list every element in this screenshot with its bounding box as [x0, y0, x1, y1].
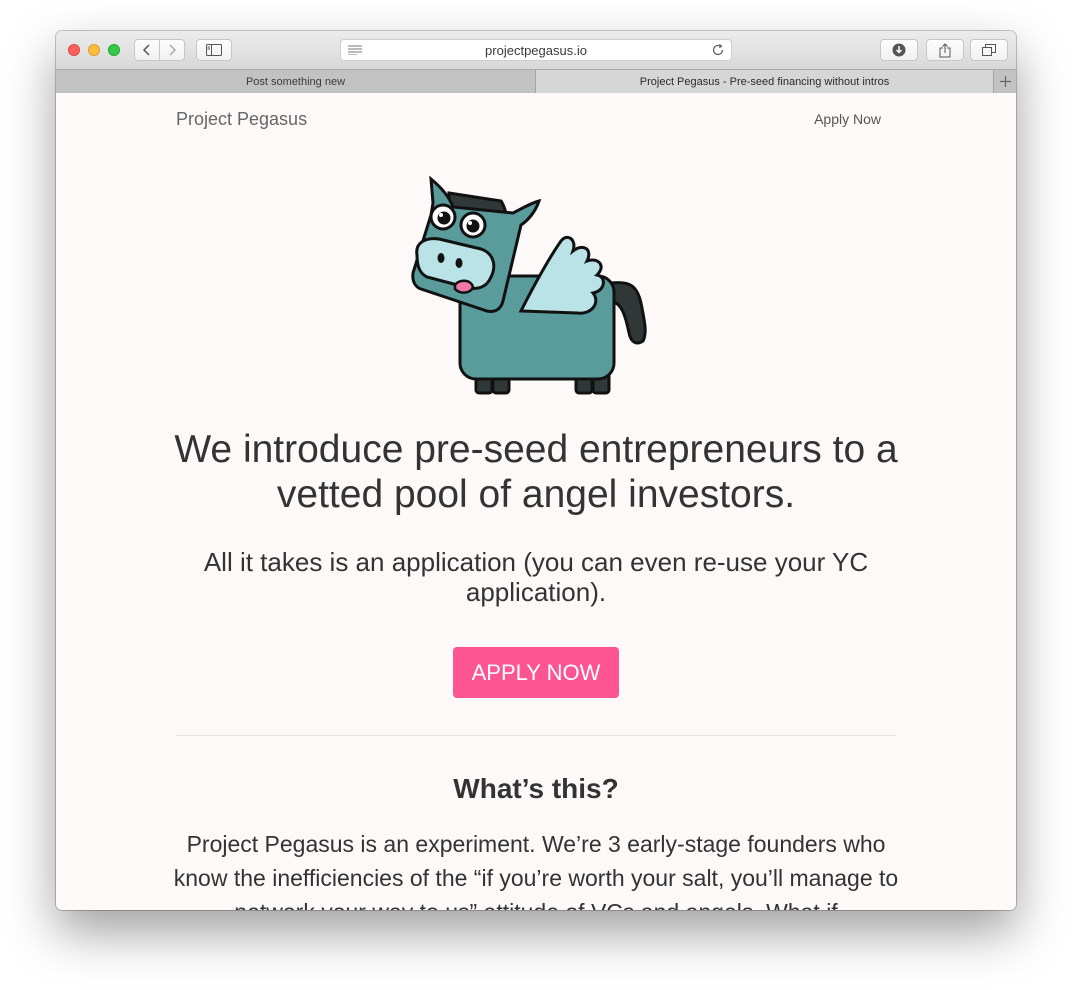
browser-toolbar: projectpegasus.io [56, 31, 1016, 69]
maximize-window-button[interactable] [108, 44, 120, 56]
site-brand-link[interactable]: Project Pegasus [176, 109, 307, 130]
tab-post-something-new[interactable]: Post something new [56, 70, 536, 93]
forward-button[interactable] [159, 39, 185, 61]
share-icon [939, 42, 951, 57]
share-button[interactable] [926, 39, 964, 61]
tab-label: Post something new [245, 75, 346, 88]
section-divider [176, 735, 896, 736]
minimize-window-button[interactable] [88, 44, 100, 56]
pegasus-mascot-image [411, 175, 647, 395]
reload-icon[interactable] [711, 43, 725, 57]
tab-bar: Post something new Project Pegasus - Pre… [56, 69, 1016, 93]
url-text: projectpegasus.io [485, 43, 587, 58]
apply-now-button[interactable]: APPLY NOW [453, 647, 619, 698]
browser-window: projectpegasus.io Post something new Pro… [56, 31, 1016, 910]
downloads-button[interactable] [880, 39, 918, 61]
whats-this-heading: What’s this? [453, 773, 619, 804]
tabs-overview-icon [982, 44, 996, 56]
back-button[interactable] [134, 39, 160, 61]
nav-apply-now-link[interactable]: Apply Now [814, 111, 881, 127]
chevron-left-icon [142, 44, 150, 56]
new-tab-button[interactable] [993, 70, 1016, 93]
chevron-right-icon [169, 44, 177, 56]
plus-icon [999, 76, 1011, 87]
close-window-button[interactable] [68, 44, 80, 56]
hero-headline: We introduce pre-seed entrepreneurs to a… [174, 428, 898, 516]
address-bar[interactable]: projectpegasus.io [340, 39, 732, 61]
show-all-tabs-button[interactable] [970, 39, 1008, 61]
whats-this-body: Project Pegasus is an experiment. We’re … [173, 831, 899, 910]
sidebar-icon [206, 44, 222, 56]
tab-project-pegasus[interactable]: Project Pegasus - Pre-seed financing wit… [536, 70, 993, 93]
tab-label: Project Pegasus - Pre-seed financing wit… [639, 75, 890, 88]
download-icon [892, 43, 906, 57]
sidebar-toggle-button[interactable] [196, 39, 232, 61]
hero-subheadline: All it takes is an application (you can … [203, 547, 869, 607]
page-content: Project Pegasus Apply Now We introduce p… [56, 93, 1016, 910]
